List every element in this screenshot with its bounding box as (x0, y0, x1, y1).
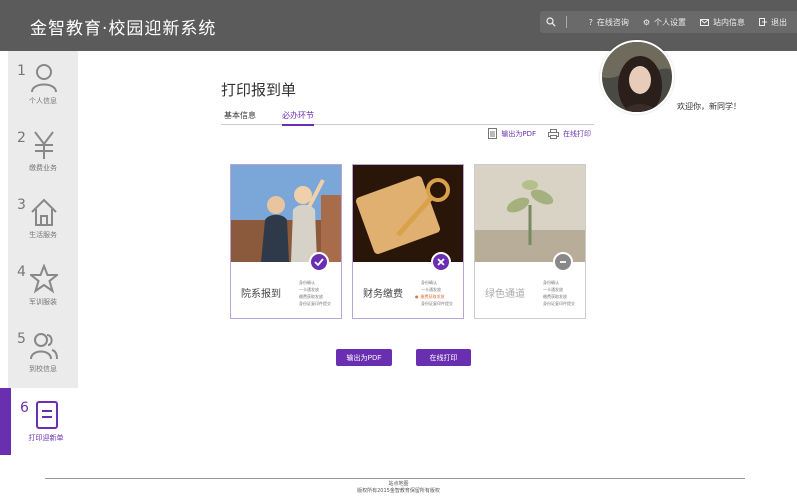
card-step: 一卡通发放 (543, 287, 563, 292)
footer-sitemap-link[interactable]: 站点地图 (0, 480, 797, 487)
card-step: 一卡通发放 (421, 287, 441, 292)
close-icon (431, 252, 451, 272)
question-icon: ? (588, 17, 593, 27)
sidebar-item-label: 生活服务 (29, 231, 57, 239)
sidebar-item-arrival-info[interactable]: 5 到校信息 (8, 319, 78, 386)
card-step: 身份证复印件提交 (421, 301, 453, 306)
sidebar-item-label: 缴费业务 (29, 164, 57, 172)
sidebar-item-label: 个人信息 (29, 97, 57, 105)
sidebar: 1 个人信息 2 缴费业务 3 生活服务 4 军训服装 5 到校信息 6 打印迎… (8, 51, 78, 455)
card-step: 缴费获取发放 (543, 294, 567, 299)
page-actions: 输出为PDF 在线打印 (476, 128, 591, 139)
card-step: 缴费获取发放 (299, 294, 323, 299)
sidebar-item-life-services[interactable]: 3 生活服务 (8, 185, 78, 252)
footer-divider (45, 478, 745, 479)
online-print-button[interactable]: 在线打印 (416, 349, 471, 366)
consult-label: 在线咨询 (596, 17, 629, 27)
tab-bar: 基本信息 必办环节 (221, 107, 594, 126)
card-title: 财务缴费 (363, 289, 403, 300)
page-title: 打印报到单 (221, 81, 297, 99)
tab-required-steps[interactable]: 必办环节 (282, 110, 314, 126)
minus-icon (553, 252, 573, 272)
avatar[interactable] (600, 40, 674, 114)
card-step: 身份证复印件提交 (299, 301, 331, 306)
top-bar: 金智教育·校园迎新系统 ? 在线咨询 ⚙ 个人设置 站内信息 退出 (0, 0, 797, 51)
step-number: 1 (17, 63, 26, 79)
sidebar-item-label: 到校信息 (29, 365, 57, 373)
mail-icon (700, 18, 709, 26)
check-icon (309, 252, 329, 272)
messages-label: 站内信息 (713, 17, 745, 27)
card-step: 一卡通发放 (299, 287, 319, 292)
home-icon (31, 198, 57, 226)
card-image (353, 165, 463, 262)
toolbar-divider (565, 16, 567, 28)
sidebar-item-label: 军训服装 (29, 298, 57, 306)
logout-icon (759, 18, 767, 26)
card-image (231, 165, 341, 262)
logout-label: 退出 (771, 17, 787, 27)
sidebar-active-accent (0, 388, 8, 455)
card-step: 身份确认 (421, 280, 437, 285)
settings-label: 个人设置 (654, 17, 686, 27)
sidebar-item-payment[interactable]: 2 缴费业务 (8, 118, 78, 185)
step-number: 6 (20, 400, 29, 416)
messages-button[interactable]: 站内信息 (700, 17, 745, 28)
group-icon (30, 333, 58, 360)
card-step-list: 身份确认 一卡通发放 缴费获取发放 身份证复印件提交 (421, 279, 454, 307)
gear-icon: ⚙ (642, 17, 650, 27)
online-print-label: 在线打印 (563, 129, 591, 138)
card-title: 绿色通道 (485, 289, 525, 300)
printer-icon (548, 128, 559, 139)
export-pdf-link[interactable]: 输出为PDF (488, 128, 536, 139)
star-icon (30, 264, 58, 294)
welcome-message: 欢迎你，新同学！ (677, 102, 741, 111)
sidebar-item-military-uniform[interactable]: 4 军训服装 (8, 252, 78, 319)
card-step: 身份确认 (299, 280, 315, 285)
sidebar-item-label: 打印迎新单 (28, 434, 64, 442)
card-step-list: 身份确认 一卡通发放 缴费获取发放 身份证复印件提交 (543, 279, 575, 307)
pdf-icon (488, 128, 498, 139)
top-toolbar: ? 在线咨询 ⚙ 个人设置 站内信息 退出 (539, 11, 797, 33)
step-card-finance-payment[interactable]: 财务缴费 身份确认 一卡通发放 缴费获取发放 身份证复印件提交 (352, 164, 464, 319)
step-number: 2 (17, 130, 26, 146)
card-image (475, 165, 585, 262)
sidebar-item-print-form[interactable]: 6 打印迎新单 (8, 388, 78, 455)
settings-button[interactable]: ⚙ 个人设置 (643, 17, 686, 28)
person-icon (31, 64, 57, 93)
card-step: 身份确认 (543, 280, 559, 285)
yen-icon (34, 131, 54, 159)
footer-copyright: 版权所有2015金智教育保留所有版权 (357, 488, 440, 494)
document-icon (36, 401, 58, 429)
card-step: 身份证复印件提交 (543, 301, 575, 306)
step-number: 5 (17, 331, 26, 347)
tab-basic-info[interactable]: 基本信息 (224, 110, 256, 124)
card-step-list: 身份确认 一卡通发放 缴费获取发放 身份证复印件提交 (299, 279, 331, 307)
step-number: 3 (17, 197, 26, 213)
step-card-department-checkin[interactable]: 院系报到 身份确认 一卡通发放 缴费获取发放 身份证复印件提交 (230, 164, 342, 319)
card-title: 院系报到 (241, 289, 281, 300)
search-icon[interactable] (545, 17, 556, 27)
app-title: 金智教育·校园迎新系统 (30, 19, 217, 39)
logout-button[interactable]: 退出 (759, 17, 787, 28)
export-pdf-label: 输出为PDF (501, 129, 536, 138)
consult-button[interactable]: ? 在线咨询 (589, 17, 629, 28)
step-card-green-channel[interactable]: 绿色通道 身份确认 一卡通发放 缴费获取发放 身份证复印件提交 (474, 164, 586, 319)
online-print-link[interactable]: 在线打印 (548, 128, 591, 139)
sidebar-item-personal-info[interactable]: 1 个人信息 (8, 51, 78, 118)
card-step: 缴费获取发放 (421, 293, 453, 300)
step-number: 4 (17, 264, 26, 280)
export-pdf-button[interactable]: 输出为PDF (336, 349, 392, 366)
